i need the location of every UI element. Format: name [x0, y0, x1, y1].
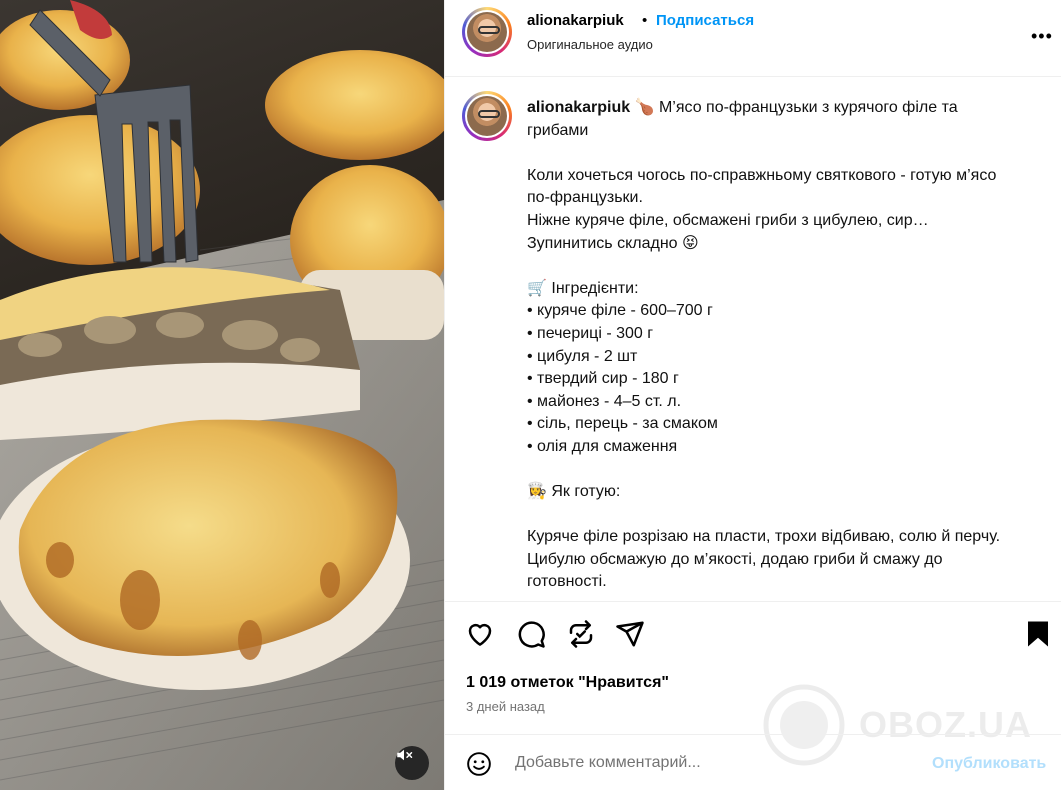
comment-icon[interactable] [516, 619, 546, 649]
food-photo-illustration [0, 0, 444, 790]
follow-button[interactable]: Подписаться [656, 12, 754, 29]
bookmark-icon[interactable] [1023, 619, 1053, 649]
comment-input[interactable] [515, 749, 915, 777]
post-time[interactable]: 3 дней назад [466, 699, 545, 714]
heart-icon[interactable] [465, 619, 495, 649]
speaker-muted-icon [397, 749, 413, 761]
caption-text: alionakarpiuk 🍗 М’ясо по-французьки з ку… [527, 97, 1017, 594]
post-media-video[interactable] [0, 0, 444, 790]
caption-avatar[interactable] [462, 91, 512, 141]
repost-icon[interactable] [566, 619, 596, 649]
actions-section: 1 019 отметок "Нравится" 3 дней назад OB… [445, 601, 1061, 766]
likes-count[interactable]: 1 019 отметок "Нравится" [466, 674, 669, 692]
caption-body: 🍗 М’ясо по-французьки з курячого філе та… [527, 99, 1001, 591]
mute-button[interactable] [395, 746, 429, 780]
caption-username[interactable]: alionakarpiuk [527, 99, 630, 116]
author-username[interactable]: alionakarpiuk [527, 12, 624, 29]
share-icon[interactable] [615, 619, 645, 649]
author-avatar[interactable] [462, 7, 512, 57]
audio-label[interactable]: Оригинальное аудио [527, 37, 653, 52]
separator-dot: • [642, 12, 648, 29]
post-side-panel: alionakarpiuk • Подписаться Оригинальное… [444, 0, 1061, 790]
publish-button[interactable]: Опубликовать [932, 755, 1046, 773]
caption-section: alionakarpiuk 🍗 М’ясо по-французьки з ку… [445, 77, 1061, 601]
post-header: alionakarpiuk • Подписаться Оригинальное… [445, 0, 1061, 77]
emoji-icon[interactable] [466, 751, 492, 777]
more-options-icon[interactable]: ••• [1031, 26, 1053, 47]
comment-bar: Опубликовать [445, 734, 1061, 790]
